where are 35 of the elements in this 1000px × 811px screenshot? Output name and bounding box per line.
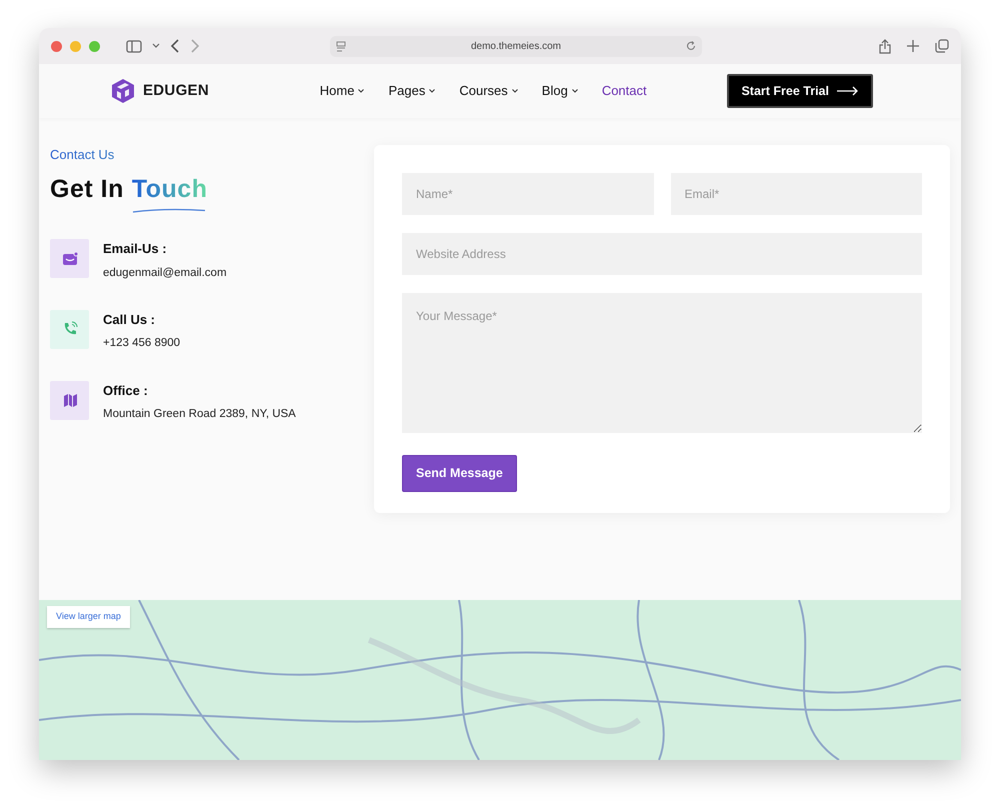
view-larger-map-link[interactable]: View larger map: [47, 606, 130, 628]
contact-title: Call Us :: [103, 310, 156, 329]
nav-link[interactable]: Contact: [602, 81, 647, 101]
back-icon[interactable]: [170, 39, 180, 53]
contact-title: Email-Us :: [103, 240, 168, 258]
window-control-icon[interactable]: [51, 40, 62, 52]
input-field[interactable]: Website Address: [402, 233, 922, 275]
tabs-icon[interactable]: [935, 39, 949, 53]
input-field[interactable]: Email*: [670, 173, 922, 215]
logo-icon: [111, 78, 135, 104]
arrow-right-icon: [836, 86, 859, 96]
reload-icon[interactable]: [686, 40, 696, 50]
contact-title: Office :: [103, 382, 149, 400]
send-message-button[interactable]: Send Message: [402, 455, 517, 492]
contact-value: +123 456 8900: [103, 336, 180, 352]
address-bar[interactable]: demo.themeies.com: [330, 36, 702, 56]
sidebar-icon[interactable]: [126, 40, 142, 52]
contact-value: Mountain Green Road 2389, NY, USA: [103, 407, 296, 422]
heading: Get In: [50, 174, 124, 204]
nav-link[interactable]: Pages: [388, 81, 436, 101]
nav-link[interactable]: Home: [320, 81, 364, 101]
input-field[interactable]: Name*: [402, 173, 654, 215]
nav-link[interactable]: Courses: [459, 81, 518, 101]
map-icon: [62, 392, 78, 408]
brand-name: EDUGEN: [143, 80, 209, 101]
chevron-down-icon[interactable]: [152, 43, 160, 49]
page-icon: [336, 40, 346, 52]
message-field[interactable]: Your Message*: [402, 293, 922, 433]
share-icon[interactable]: [879, 38, 891, 54]
mail-icon: [62, 250, 78, 266]
plus-icon[interactable]: [907, 40, 919, 52]
contact-value: edugenmail@email.com: [103, 266, 227, 280]
start-trial-button[interactable]: Start Free Trial: [727, 74, 873, 108]
nav-link[interactable]: Blog: [542, 81, 578, 101]
url-text: demo.themeies.com: [470, 40, 562, 54]
